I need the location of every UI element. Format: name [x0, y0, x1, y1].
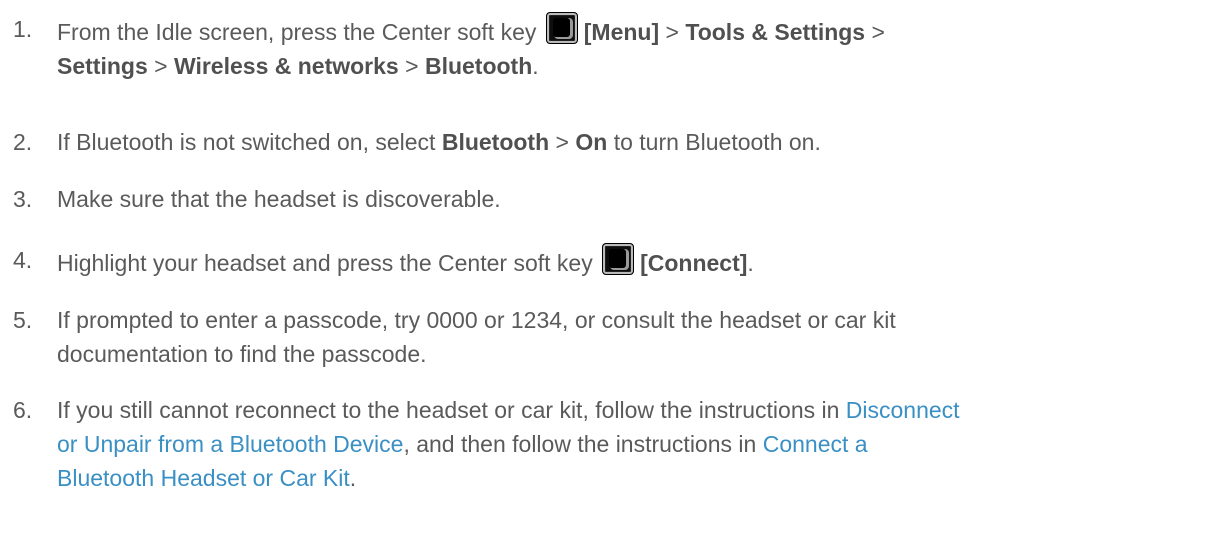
doc-link[interactable]: Bluetooth Headset or Car Kit: [57, 465, 350, 491]
step-text: >: [549, 129, 576, 155]
bold-term: On: [575, 129, 608, 155]
step-line: Settings > Wireless & networks > Bluetoo…: [57, 49, 1190, 83]
center-soft-key-icon: [602, 243, 635, 275]
step-body: From the Idle screen, press the Center s…: [57, 12, 1190, 83]
step-text: >: [398, 53, 425, 79]
step-text: If Bluetooth is not switched on, select: [57, 129, 442, 155]
step-body: Highlight your headset and press the Cen…: [57, 243, 1190, 280]
step-text: to turn Bluetooth on.: [607, 129, 821, 155]
step-number: 1.: [13, 16, 33, 42]
step-text: .: [747, 250, 754, 276]
step-body: If Bluetooth is not switched on, select …: [57, 125, 1190, 159]
bold-term: Bluetooth: [441, 129, 550, 155]
center-soft-key-icon: [545, 12, 578, 44]
doc-link[interactable]: or Unpair from a Bluetooth Device: [57, 431, 403, 457]
step-number: 5.: [13, 307, 33, 333]
step-line: If prompted to enter a passcode, try 000…: [57, 303, 1190, 337]
step-text: .: [532, 53, 539, 79]
step-body: If you still cannot reconnect to the hea…: [57, 393, 1190, 495]
bold-term: Settings: [57, 53, 148, 79]
step-line: Highlight your headset and press the Cen…: [57, 243, 1190, 280]
step-text: If you still cannot reconnect to the hea…: [57, 397, 846, 423]
step-line: Make sure that the headset is discoverab…: [57, 182, 1190, 216]
step-line: Bluetooth Headset or Car Kit.: [57, 461, 1190, 495]
step-body: If prompted to enter a passcode, try 000…: [57, 303, 1190, 371]
bold-term: [Connect]: [640, 250, 748, 276]
step-body: Make sure that the headset is discoverab…: [57, 182, 1190, 216]
bold-term: Wireless & networks: [173, 53, 399, 79]
step-line: documentation to find the passcode.: [57, 337, 1190, 371]
step-number: 3.: [13, 186, 33, 212]
step-text: >: [147, 53, 174, 79]
bold-term: Tools & Settings: [685, 19, 866, 45]
doc-link[interactable]: Disconnect: [846, 397, 960, 423]
step-line: or Unpair from a Bluetooth Device, and t…: [57, 427, 1190, 461]
doc-link[interactable]: Connect a: [763, 431, 868, 457]
step-line: If Bluetooth is not switched on, select …: [57, 125, 1190, 159]
step-line: From the Idle screen, press the Center s…: [57, 12, 1190, 49]
step-number: 4.: [13, 247, 33, 273]
step-text: >: [865, 19, 885, 45]
step-text: Highlight your headset and press the Cen…: [57, 250, 600, 276]
step-number: 2.: [13, 129, 33, 155]
step-text: .: [349, 465, 357, 491]
step-text: If prompted to enter a passcode, try 000…: [57, 307, 896, 333]
step-line: If you still cannot reconnect to the hea…: [57, 393, 1190, 427]
step-text: Make sure that the headset is discoverab…: [57, 186, 501, 212]
document-page: 1. From the Idle screen, press the Cente…: [0, 0, 1210, 558]
step-text: >: [659, 19, 686, 45]
step-text: , and then follow the instructions in: [403, 431, 763, 457]
step-text: documentation to find the passcode.: [57, 341, 427, 367]
step-text: From the Idle screen, press the Center s…: [57, 19, 543, 45]
step-number: 6.: [13, 397, 33, 423]
bold-term: Bluetooth: [424, 53, 533, 79]
bold-term: [Menu]: [583, 19, 660, 45]
